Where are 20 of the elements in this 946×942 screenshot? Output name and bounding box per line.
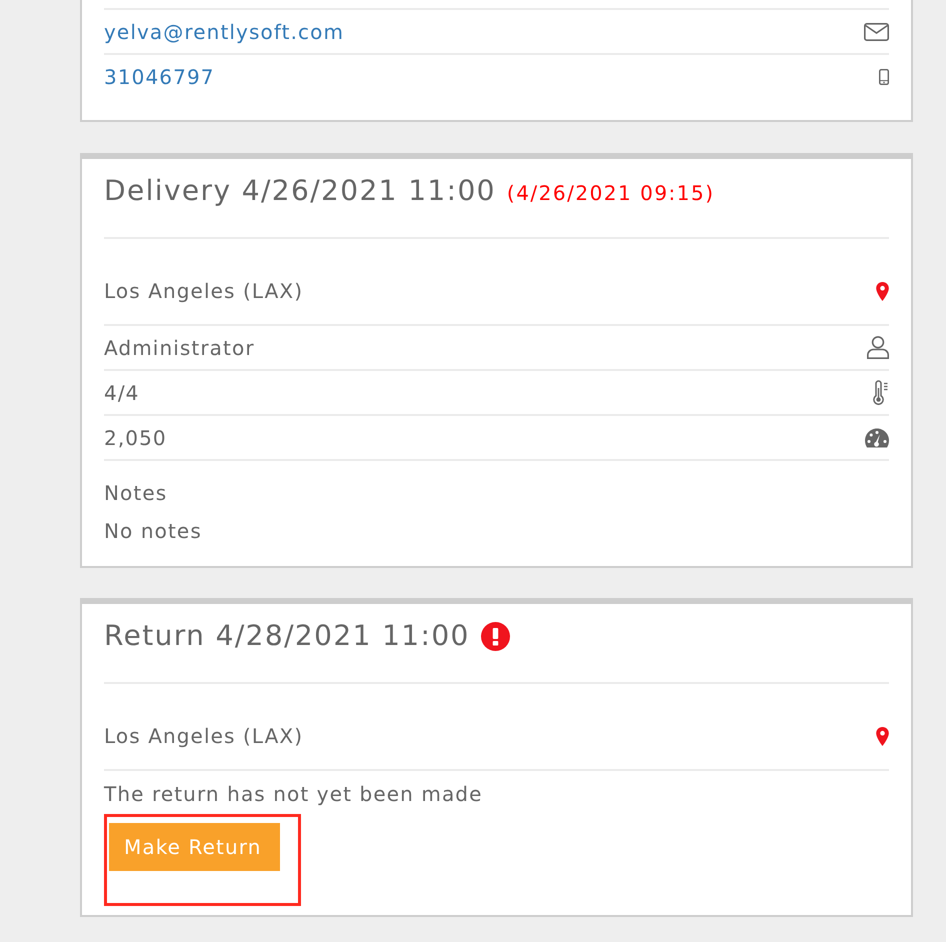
status-text: The return has not yet been made bbox=[104, 782, 484, 806]
phone-link[interactable]: 31046797 bbox=[104, 64, 215, 88]
detail-text: Los Angeles (LAX) bbox=[104, 724, 304, 748]
detail-text: 4/4 bbox=[104, 380, 140, 404]
mail-icon bbox=[864, 22, 889, 40]
email-link[interactable]: yelva@rentlysoft.com bbox=[104, 20, 344, 44]
card-title: Delivery 4/26/2021 11:00 bbox=[104, 173, 496, 209]
actual-time: (4/26/2021 09:15) bbox=[506, 181, 715, 205]
thermometer-icon bbox=[873, 380, 889, 405]
detail-text: Administrator bbox=[104, 336, 255, 360]
detail-text: 2,050 bbox=[104, 426, 167, 450]
card-title: Return 4/28/2021 11:00 bbox=[104, 618, 470, 654]
map-pin-icon bbox=[876, 726, 889, 746]
user-icon bbox=[867, 336, 889, 359]
notes-label: Notes bbox=[104, 481, 168, 505]
notes-text: No notes bbox=[104, 519, 203, 543]
phone-icon bbox=[879, 68, 889, 84]
detail-text: Los Angeles (LAX) bbox=[104, 279, 304, 303]
gauge-icon bbox=[865, 428, 889, 448]
map-pin-icon bbox=[876, 282, 889, 300]
